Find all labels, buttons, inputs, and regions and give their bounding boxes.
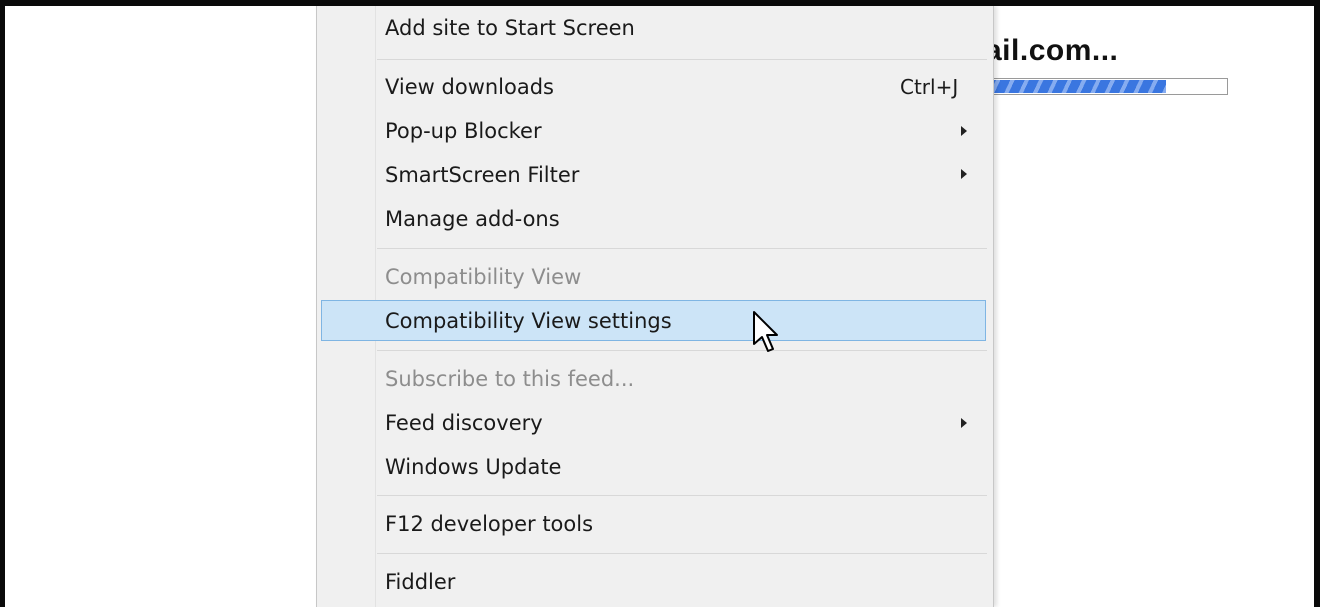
menu-item-f12-developer-tools[interactable]: F12 developer tools (385, 504, 593, 544)
menu-item-manage-add-ons[interactable]: Manage add-ons (385, 199, 560, 239)
page-loading-title: ail.com... (985, 34, 1119, 67)
loading-progress-bar (984, 78, 1228, 95)
submenu-arrow-icon (961, 169, 967, 179)
menu-separator (377, 350, 987, 351)
menu-item-add-site-to-start-screen[interactable]: Add site to Start Screen (385, 8, 635, 48)
menu-item-subscribe-to-feed: Subscribe to this feed... (385, 367, 635, 391)
menu-item-windows-update[interactable]: Windows Update (385, 447, 561, 487)
mouse-pointer-icon (753, 311, 778, 352)
menu-separator (377, 495, 987, 496)
view-downloads-shortcut: Ctrl+J (900, 75, 959, 99)
menu-item-smartscreen-filter[interactable]: SmartScreen Filter (385, 155, 579, 195)
menu-separator (377, 553, 987, 554)
menu-item-compatibility-view-settings[interactable]: Compatibility View settings (385, 301, 672, 341)
menu-item-fiddler[interactable]: Fiddler (385, 562, 455, 602)
submenu-arrow-icon (961, 126, 967, 136)
menu-item-feed-discovery[interactable]: Feed discovery (385, 403, 543, 443)
menu-item-compatibility-view: Compatibility View (385, 265, 582, 289)
menu-item-popup-blocker[interactable]: Pop-up Blocker (385, 111, 542, 151)
submenu-arrow-icon (961, 418, 967, 428)
menu-separator (377, 59, 987, 60)
progress-bar-fill (986, 80, 1166, 93)
menu-item-view-downloads[interactable]: View downloads (385, 67, 554, 107)
menu-separator (377, 248, 987, 249)
